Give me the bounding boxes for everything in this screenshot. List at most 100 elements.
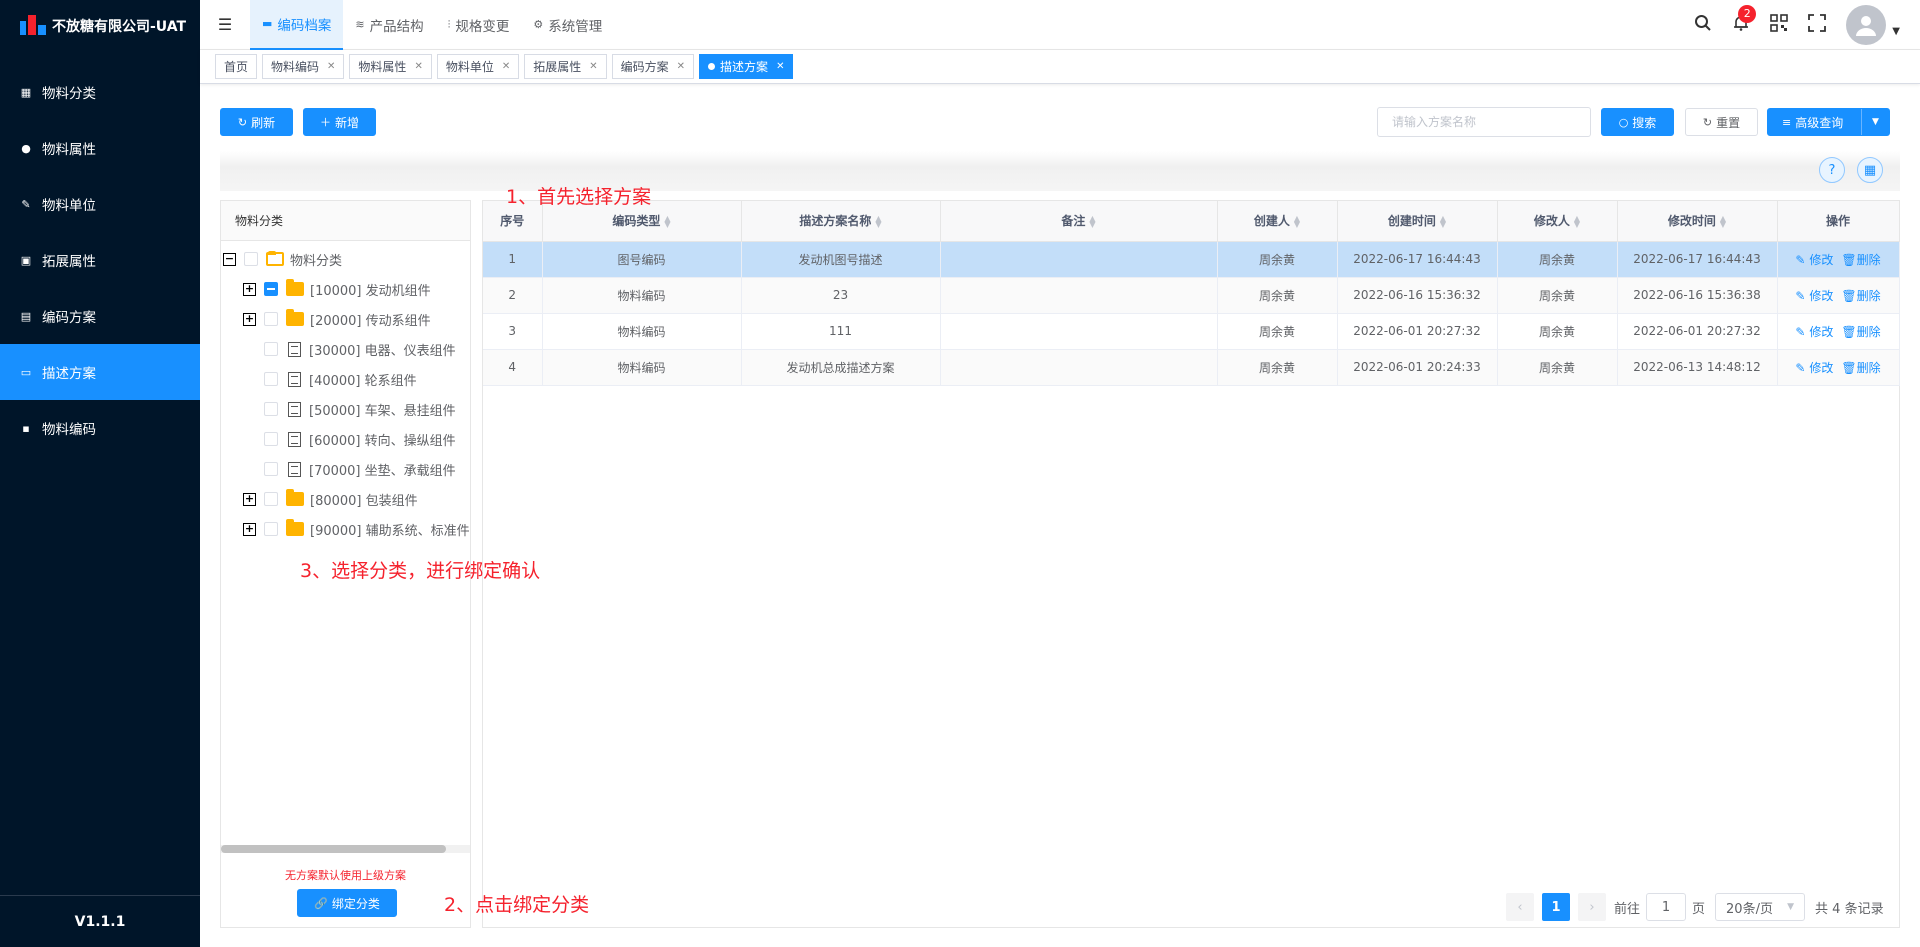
- tree-checkbox[interactable]: [264, 342, 278, 356]
- tree-node[interactable]: + [90000] 辅助系统、标准件: [243, 517, 470, 541]
- sort-icon[interactable]: ▲ ▼: [875, 214, 881, 228]
- tree-checkbox[interactable]: [264, 462, 278, 476]
- close-icon[interactable]: ✕: [589, 61, 597, 72]
- column-header[interactable]: 备注 ▲ ▼: [940, 201, 1218, 242]
- sidebar-item-5[interactable]: ▭ 描述方案: [0, 344, 200, 400]
- sort-icon[interactable]: ▲ ▼: [1720, 214, 1726, 228]
- delete-button[interactable]: 🗑删除: [1841, 289, 1880, 303]
- delete-button[interactable]: 🗑删除: [1841, 253, 1880, 267]
- topnav-item-1[interactable]: ≋ 产品结构: [343, 0, 435, 50]
- close-icon[interactable]: ✕: [677, 61, 685, 72]
- advanced-query-button[interactable]: ≡ 高级查询 ▼: [1767, 108, 1890, 136]
- column-header[interactable]: 创建时间 ▲ ▼: [1337, 201, 1498, 242]
- page-number[interactable]: 1: [1542, 893, 1570, 921]
- goto-page-input[interactable]: 1: [1646, 893, 1687, 921]
- topnav-item-2[interactable]: ⫶ 规格变更: [436, 0, 522, 50]
- tab-5[interactable]: 编码方案 ✕: [611, 54, 695, 79]
- next-page-icon[interactable]: ›: [1578, 893, 1606, 921]
- tree-checkbox[interactable]: [264, 282, 278, 296]
- chevron-down-icon: ▼: [1787, 902, 1795, 912]
- tree-checkbox[interactable]: [264, 372, 278, 386]
- refresh-button[interactable]: ↻ 刷新: [220, 108, 293, 136]
- sidebar-item-1[interactable]: ● 物料属性: [0, 120, 200, 176]
- edit-button[interactable]: ✎ 修改: [1795, 289, 1833, 303]
- tree-checkbox[interactable]: [264, 402, 278, 416]
- sort-icon[interactable]: ▲ ▼: [1089, 214, 1095, 228]
- table-row[interactable]: 1 图号编码 发动机图号描述 周余黄 2022-06-17 16:44:43 周余黄 202…: [483, 241, 1900, 278]
- delete-button[interactable]: 🗑删除: [1841, 361, 1880, 375]
- tree-checkbox[interactable]: [264, 312, 278, 326]
- sort-icon[interactable]: ▲ ▼: [1294, 214, 1300, 228]
- expand-icon[interactable]: +: [243, 282, 256, 296]
- column-header[interactable]: 描述方案名称 ▲ ▼: [741, 201, 941, 242]
- edit-button[interactable]: ✎ 修改: [1795, 253, 1833, 267]
- sidebar-item-4[interactable]: ▤ 编码方案: [0, 288, 200, 344]
- sidebar-item-3[interactable]: ▣ 拓展属性: [0, 232, 200, 288]
- tree-node[interactable]: + [10000] 发动机组件: [243, 277, 431, 301]
- edit-button[interactable]: ✎ 修改: [1795, 325, 1833, 339]
- tree-node[interactable]: [30000] 电器、仪表组件: [264, 337, 456, 361]
- prev-page-icon[interactable]: ‹: [1506, 893, 1534, 921]
- tab-1[interactable]: 物料编码 ✕: [262, 54, 345, 79]
- topnav-item-3[interactable]: ⚙ 系统管理: [521, 0, 614, 50]
- chevron-down-icon[interactable]: ▼: [1892, 26, 1900, 37]
- sort-icon[interactable]: ▲ ▼: [664, 214, 670, 228]
- reset-button[interactable]: ↻ 重置: [1685, 108, 1758, 136]
- table-row[interactable]: 4 物料编码 发动机总成描述方案 周余黄 2022-06-01 20:24:33 周余黄 2…: [483, 349, 1900, 386]
- close-icon[interactable]: ✕: [502, 61, 510, 72]
- collapse-menu-icon[interactable]: ☰: [200, 15, 250, 34]
- sidebar-item-0[interactable]: ▦ 物料分类: [0, 64, 200, 120]
- chevron-down-icon[interactable]: ▼: [1861, 109, 1889, 135]
- add-button[interactable]: ＋新增: [303, 108, 376, 136]
- sidebar-item-label: 拓展属性: [42, 254, 96, 270]
- qrcode-icon[interactable]: [1760, 13, 1798, 37]
- close-icon[interactable]: ✕: [327, 61, 335, 72]
- page-size-select[interactable]: 20条/页 ▼: [1715, 893, 1806, 921]
- bell-icon[interactable]: 2: [1722, 4, 1760, 37]
- expand-icon[interactable]: +: [243, 312, 256, 326]
- sort-icon[interactable]: ▲ ▼: [1440, 214, 1446, 228]
- tree-node[interactable]: [60000] 转向、操纵组件: [264, 427, 456, 451]
- tree-node[interactable]: + [20000] 传动系组件: [243, 307, 431, 331]
- close-icon[interactable]: ✕: [414, 61, 422, 72]
- collapse-icon[interactable]: −: [223, 252, 236, 266]
- tree-node[interactable]: [70000] 坐垫、承载组件: [264, 457, 456, 481]
- avatar[interactable]: [1846, 5, 1887, 45]
- table-row[interactable]: 3 物料编码 111 周余黄 2022-06-01 20:27:32 周余黄 2022-06…: [483, 313, 1900, 350]
- column-header[interactable]: 创建人 ▲ ▼: [1217, 201, 1338, 242]
- info-icon: ●: [21, 141, 31, 155]
- tree-checkbox[interactable]: [264, 492, 278, 506]
- tab-0[interactable]: 首页: [215, 54, 258, 79]
- sort-icon[interactable]: ▲ ▼: [1574, 214, 1580, 228]
- delete-button[interactable]: 🗑删除: [1841, 325, 1880, 339]
- tree-node-root[interactable]: − 物料分类: [223, 247, 342, 271]
- tab-3[interactable]: 物料单位 ✕: [436, 54, 520, 79]
- help-icon[interactable]: ?: [1819, 157, 1845, 183]
- tree-node[interactable]: + [80000] 包装组件: [243, 487, 418, 511]
- close-icon[interactable]: ✕: [776, 61, 784, 72]
- tree-node[interactable]: [50000] 车架、悬挂组件: [264, 397, 456, 421]
- search-icon[interactable]: [1684, 14, 1722, 37]
- tree-checkbox[interactable]: [244, 252, 258, 266]
- tab-4[interactable]: 拓展属性 ✕: [524, 54, 607, 79]
- table-row[interactable]: 2 物料编码 23 周余黄 2022-06-16 15:36:32 周余黄 2022-06-…: [483, 277, 1900, 314]
- tab-6[interactable]: 描述方案 ✕: [699, 54, 794, 79]
- edit-button[interactable]: ✎ 修改: [1795, 361, 1833, 375]
- sidebar-item-6[interactable]: ▪ 物料编码: [0, 400, 200, 456]
- expand-icon[interactable]: +: [243, 522, 256, 536]
- column-header[interactable]: 修改时间 ▲ ▼: [1617, 201, 1778, 242]
- search-input[interactable]: [1377, 107, 1591, 137]
- horizontal-scrollbar[interactable]: [221, 845, 470, 853]
- expand-icon[interactable]: +: [243, 492, 256, 506]
- bind-category-button[interactable]: 🔗 绑定分类: [297, 889, 397, 917]
- columns-icon[interactable]: ▦: [1857, 157, 1883, 183]
- tab-2[interactable]: 物料属性 ✕: [349, 54, 432, 79]
- fullscreen-icon[interactable]: [1798, 13, 1836, 37]
- tree-checkbox[interactable]: [264, 522, 278, 536]
- search-button[interactable]: ○ 搜索: [1601, 108, 1674, 136]
- column-header[interactable]: 修改人 ▲ ▼: [1497, 201, 1618, 242]
- topnav-item-0[interactable]: ▬ 编码档案: [250, 0, 344, 50]
- tree-node[interactable]: [40000] 轮系组件: [264, 367, 417, 391]
- sidebar-item-2[interactable]: ✎ 物料单位: [0, 176, 200, 232]
- tree-checkbox[interactable]: [264, 432, 278, 446]
